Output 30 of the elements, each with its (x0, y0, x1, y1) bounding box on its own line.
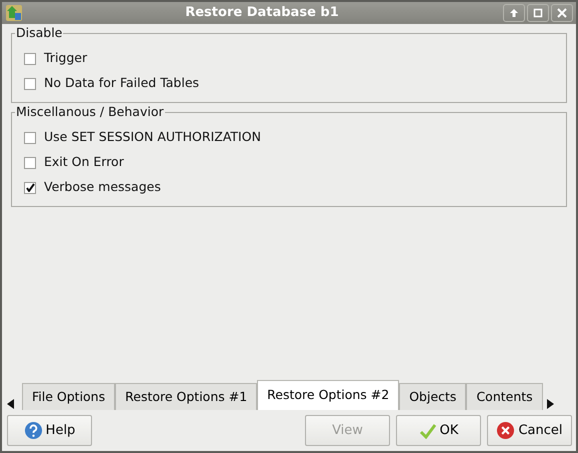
tab[interactable]: File Options (22, 383, 116, 410)
cancel-icon (496, 421, 516, 440)
checkbox[interactable] (24, 52, 36, 64)
checkbox-label: Exit On Error (44, 153, 124, 172)
maximize-icon (533, 8, 543, 18)
close-button[interactable] (551, 4, 573, 22)
group-title: Miscellanous / Behavior (15, 104, 165, 120)
tab[interactable]: Restore Options #2 (257, 380, 400, 410)
checkbox[interactable] (24, 182, 36, 194)
tab[interactable]: Restore Options #1 (115, 383, 258, 410)
help-button[interactable]: Help (7, 415, 92, 446)
checkbox[interactable] (24, 78, 36, 90)
ok-button[interactable]: OK (396, 415, 481, 446)
close-icon (557, 8, 567, 18)
checkbox-label: Use SET SESSION AUTHORIZATION (44, 128, 261, 146)
checkbox-label: Trigger (44, 49, 88, 68)
tab[interactable]: Contents (466, 383, 543, 410)
help-icon (24, 421, 43, 440)
window-title: Restore Database b1 (184, 4, 340, 22)
shade-button[interactable] (503, 4, 525, 22)
maximize-button[interactable] (527, 4, 549, 22)
checkbox[interactable] (24, 156, 36, 168)
tab[interactable]: Objects (399, 383, 466, 410)
checkbox-label: Verbose messages (44, 178, 161, 196)
check-icon (418, 422, 437, 438)
arrow-up-icon (509, 8, 519, 18)
checkbox[interactable] (24, 132, 36, 144)
app-icon (5, 4, 23, 22)
checkbox-label: No Data for Failed Tables (44, 74, 200, 92)
cancel-button[interactable]: Cancel (487, 415, 572, 446)
